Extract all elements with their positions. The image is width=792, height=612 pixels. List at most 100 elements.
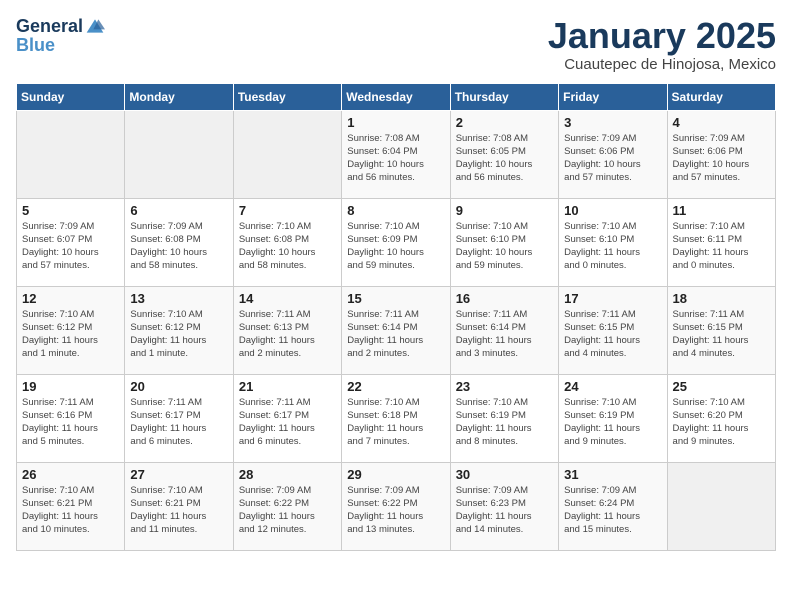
calendar-cell xyxy=(667,462,775,550)
day-info: Sunrise: 7:10 AM Sunset: 6:10 PM Dayligh… xyxy=(564,220,661,273)
day-info: Sunrise: 7:09 AM Sunset: 6:23 PM Dayligh… xyxy=(456,484,553,537)
calendar-cell: 30 Sunrise: 7:09 AM Sunset: 6:23 PM Dayli… xyxy=(450,462,558,550)
calendar-cell: 24 Sunrise: 7:10 AM Sunset: 6:19 PM Dayli… xyxy=(559,374,667,462)
weekday-header-friday: Friday xyxy=(559,83,667,110)
calendar-cell: 6Sunrise: 7:09 AM Sunset: 6:08 PM Daylig… xyxy=(125,198,233,286)
day-number: 30 xyxy=(456,467,553,482)
calendar-title: January 2025 xyxy=(548,16,776,56)
day-info: Sunrise: 7:10 AM Sunset: 6:11 PM Dayligh… xyxy=(673,220,770,273)
day-number: 3 xyxy=(564,115,661,130)
day-number: 20 xyxy=(130,379,227,394)
day-number: 21 xyxy=(239,379,336,394)
day-number: 14 xyxy=(239,291,336,306)
day-info: Sunrise: 7:10 AM Sunset: 6:19 PM Dayligh… xyxy=(564,396,661,449)
calendar-cell: 5Sunrise: 7:09 AM Sunset: 6:07 PM Daylig… xyxy=(17,198,125,286)
day-number: 27 xyxy=(130,467,227,482)
day-number: 9 xyxy=(456,203,553,218)
calendar-cell: 7Sunrise: 7:10 AM Sunset: 6:08 PM Daylig… xyxy=(233,198,341,286)
calendar-week-2: 5Sunrise: 7:09 AM Sunset: 6:07 PM Daylig… xyxy=(17,198,776,286)
day-info: Sunrise: 7:09 AM Sunset: 6:06 PM Dayligh… xyxy=(673,132,770,185)
day-info: Sunrise: 7:09 AM Sunset: 6:22 PM Dayligh… xyxy=(347,484,444,537)
day-info: Sunrise: 7:11 AM Sunset: 6:15 PM Dayligh… xyxy=(564,308,661,361)
day-number: 29 xyxy=(347,467,444,482)
calendar-cell: 8Sunrise: 7:10 AM Sunset: 6:09 PM Daylig… xyxy=(342,198,450,286)
day-info: Sunrise: 7:10 AM Sunset: 6:12 PM Dayligh… xyxy=(130,308,227,361)
weekday-header-monday: Monday xyxy=(125,83,233,110)
day-number: 17 xyxy=(564,291,661,306)
day-number: 24 xyxy=(564,379,661,394)
title-block: January 2025 Cuautepec de Hinojosa, Mexi… xyxy=(548,16,776,73)
calendar-cell: 20 Sunrise: 7:11 AM Sunset: 6:17 PM Dayli… xyxy=(125,374,233,462)
calendar-cell: 29 Sunrise: 7:09 AM Sunset: 6:22 PM Dayli… xyxy=(342,462,450,550)
day-info: Sunrise: 7:11 AM Sunset: 6:17 PM Dayligh… xyxy=(130,396,227,449)
day-info: Sunrise: 7:11 AM Sunset: 6:16 PM Dayligh… xyxy=(22,396,119,449)
day-info: Sunrise: 7:10 AM Sunset: 6:08 PM Dayligh… xyxy=(239,220,336,273)
calendar-week-5: 26 Sunrise: 7:10 AM Sunset: 6:21 PM Dayli… xyxy=(17,462,776,550)
calendar-cell: 19 Sunrise: 7:11 AM Sunset: 6:16 PM Dayli… xyxy=(17,374,125,462)
calendar-week-1: 1Sunrise: 7:08 AM Sunset: 6:04 PM Daylig… xyxy=(17,110,776,198)
day-info: Sunrise: 7:10 AM Sunset: 6:09 PM Dayligh… xyxy=(347,220,444,273)
day-info: Sunrise: 7:09 AM Sunset: 6:24 PM Dayligh… xyxy=(564,484,661,537)
weekday-header-wednesday: Wednesday xyxy=(342,83,450,110)
calendar-cell: 10Sunrise: 7:10 AM Sunset: 6:10 PM Dayli… xyxy=(559,198,667,286)
day-info: Sunrise: 7:09 AM Sunset: 6:06 PM Dayligh… xyxy=(564,132,661,185)
calendar-week-4: 19 Sunrise: 7:11 AM Sunset: 6:16 PM Dayli… xyxy=(17,374,776,462)
day-info: Sunrise: 7:09 AM Sunset: 6:08 PM Dayligh… xyxy=(130,220,227,273)
logo-icon xyxy=(85,16,105,36)
calendar-cell: 23Sunrise: 7:10 AM Sunset: 6:19 PM Dayli… xyxy=(450,374,558,462)
day-number: 19 xyxy=(22,379,119,394)
day-number: 25 xyxy=(673,379,770,394)
day-info: Sunrise: 7:09 AM Sunset: 6:22 PM Dayligh… xyxy=(239,484,336,537)
calendar-cell: 25Sunrise: 7:10 AM Sunset: 6:20 PM Dayli… xyxy=(667,374,775,462)
logo-text-general: General xyxy=(16,17,83,35)
day-info: Sunrise: 7:10 AM Sunset: 6:10 PM Dayligh… xyxy=(456,220,553,273)
day-info: Sunrise: 7:11 AM Sunset: 6:17 PM Dayligh… xyxy=(239,396,336,449)
day-info: Sunrise: 7:11 AM Sunset: 6:13 PM Dayligh… xyxy=(239,308,336,361)
day-number: 28 xyxy=(239,467,336,482)
weekday-header-saturday: Saturday xyxy=(667,83,775,110)
calendar-cell: 2 Sunrise: 7:08 AM Sunset: 6:05 PM Daylig… xyxy=(450,110,558,198)
day-info: Sunrise: 7:11 AM Sunset: 6:14 PM Dayligh… xyxy=(456,308,553,361)
weekday-row: SundayMondayTuesdayWednesdayThursdayFrid… xyxy=(17,83,776,110)
day-info: Sunrise: 7:08 AM Sunset: 6:05 PM Dayligh… xyxy=(456,132,553,185)
calendar-cell: 31 Sunrise: 7:09 AM Sunset: 6:24 PM Dayli… xyxy=(559,462,667,550)
day-number: 2 xyxy=(456,115,553,130)
calendar-cell: 3 Sunrise: 7:09 AM Sunset: 6:06 PM Daylig… xyxy=(559,110,667,198)
day-info: Sunrise: 7:10 AM Sunset: 6:21 PM Dayligh… xyxy=(22,484,119,537)
day-number: 1 xyxy=(347,115,444,130)
day-number: 26 xyxy=(22,467,119,482)
day-info: Sunrise: 7:11 AM Sunset: 6:14 PM Dayligh… xyxy=(347,308,444,361)
day-number: 31 xyxy=(564,467,661,482)
day-info: Sunrise: 7:10 AM Sunset: 6:12 PM Dayligh… xyxy=(22,308,119,361)
calendar-cell: 13 Sunrise: 7:10 AM Sunset: 6:12 PM Dayli… xyxy=(125,286,233,374)
calendar-cell: 1Sunrise: 7:08 AM Sunset: 6:04 PM Daylig… xyxy=(342,110,450,198)
day-number: 11 xyxy=(673,203,770,218)
calendar-header: SundayMondayTuesdayWednesdayThursdayFrid… xyxy=(17,83,776,110)
day-number: 18 xyxy=(673,291,770,306)
day-info: Sunrise: 7:10 AM Sunset: 6:21 PM Dayligh… xyxy=(130,484,227,537)
calendar-table: SundayMondayTuesdayWednesdayThursdayFrid… xyxy=(16,83,776,551)
calendar-cell: 22 Sunrise: 7:10 AM Sunset: 6:18 PM Dayli… xyxy=(342,374,450,462)
calendar-subtitle: Cuautepec de Hinojosa, Mexico xyxy=(548,56,776,73)
weekday-header-tuesday: Tuesday xyxy=(233,83,341,110)
calendar-cell xyxy=(233,110,341,198)
day-number: 23 xyxy=(456,379,553,394)
calendar-cell xyxy=(125,110,233,198)
day-info: Sunrise: 7:10 AM Sunset: 6:18 PM Dayligh… xyxy=(347,396,444,449)
day-number: 22 xyxy=(347,379,444,394)
day-number: 5 xyxy=(22,203,119,218)
calendar-cell: 14 Sunrise: 7:11 AM Sunset: 6:13 PM Dayli… xyxy=(233,286,341,374)
day-number: 12 xyxy=(22,291,119,306)
calendar-cell: 9 Sunrise: 7:10 AM Sunset: 6:10 PM Daylig… xyxy=(450,198,558,286)
calendar-cell: 11 Sunrise: 7:10 AM Sunset: 6:11 PM Dayli… xyxy=(667,198,775,286)
weekday-header-thursday: Thursday xyxy=(450,83,558,110)
day-number: 13 xyxy=(130,291,227,306)
logo: General Blue xyxy=(16,16,105,56)
day-number: 16 xyxy=(456,291,553,306)
calendar-cell xyxy=(17,110,125,198)
day-info: Sunrise: 7:11 AM Sunset: 6:15 PM Dayligh… xyxy=(673,308,770,361)
page-header: General Blue January 2025 Cuautepec de H… xyxy=(16,16,776,73)
calendar-cell: 17 Sunrise: 7:11 AM Sunset: 6:15 PM Dayli… xyxy=(559,286,667,374)
day-number: 15 xyxy=(347,291,444,306)
calendar-cell: 16 Sunrise: 7:11 AM Sunset: 6:14 PM Dayli… xyxy=(450,286,558,374)
